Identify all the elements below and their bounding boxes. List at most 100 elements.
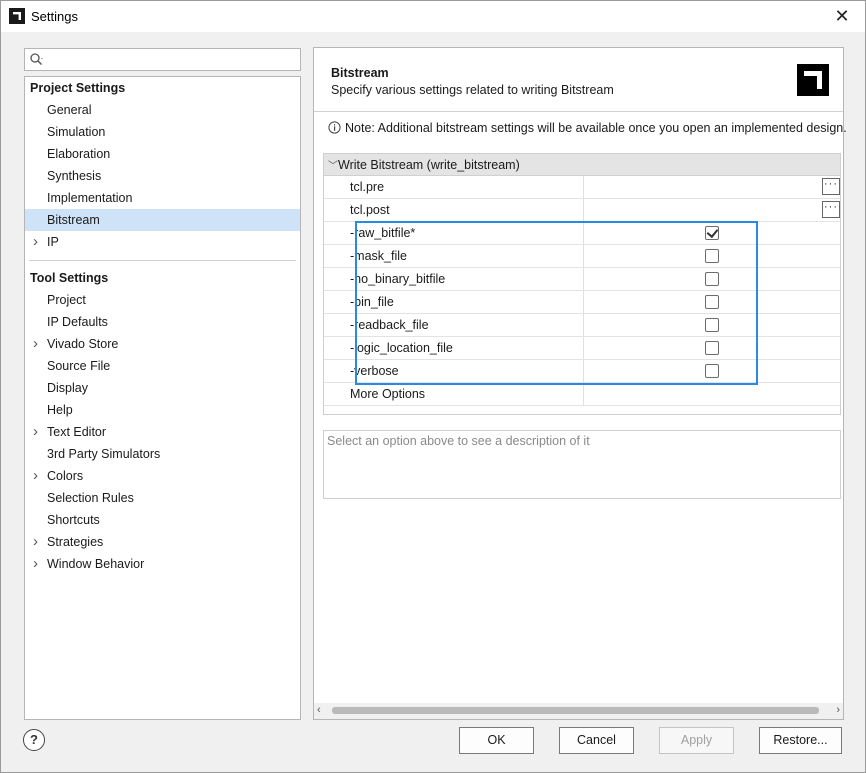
- window-title: Settings: [31, 9, 78, 24]
- chevron-right-icon[interactable]: ›: [33, 421, 43, 443]
- tree-item-display[interactable]: Display: [25, 377, 300, 399]
- tree-item-label: Elaboration: [47, 147, 111, 161]
- column-divider: [583, 176, 584, 198]
- option-checkbox[interactable]: [705, 295, 719, 309]
- chevron-right-icon[interactable]: ›: [33, 553, 43, 575]
- option-label: -readback_file: [350, 318, 429, 332]
- option-checkbox[interactable]: [705, 249, 719, 263]
- option-row-readback-file: -readback_file: [324, 314, 840, 337]
- help-button[interactable]: ?: [23, 729, 45, 751]
- chevron-right-icon[interactable]: ›: [33, 231, 43, 253]
- chevron-right-icon[interactable]: ›: [33, 465, 43, 487]
- option-checkbox[interactable]: [705, 318, 719, 332]
- column-divider: [583, 245, 584, 267]
- tree-item-elaboration[interactable]: Elaboration: [25, 143, 300, 165]
- tree-item-label: Selection Rules: [47, 491, 134, 505]
- tree-item-shortcuts[interactable]: Shortcuts: [25, 509, 300, 531]
- tree-item-synthesis[interactable]: Synthesis: [25, 165, 300, 187]
- scrollbar-thumb[interactable]: [332, 707, 819, 714]
- tree-divider: [29, 260, 296, 261]
- option-label: -bin_file: [350, 295, 394, 309]
- option-checkbox[interactable]: [705, 364, 719, 378]
- write-bitstream-group: ﹀Write Bitstream (write_bitstream) tcl.p…: [323, 153, 841, 415]
- option-row-mask-file: -mask_file: [324, 245, 840, 268]
- tree-item-label: Strategies: [47, 535, 104, 549]
- ok-button[interactable]: OK: [459, 727, 534, 754]
- column-divider: [583, 360, 584, 382]
- tree-item-ip[interactable]: › IP: [25, 231, 300, 253]
- tree-item-general[interactable]: General: [25, 99, 300, 121]
- tree-item-window-behavior[interactable]: › Window Behavior: [25, 553, 300, 575]
- tree-item-label: IP: [47, 235, 59, 249]
- column-divider: [583, 199, 584, 221]
- tree-item-label: General: [47, 103, 92, 117]
- option-description-box: Select an option above to see a descript…: [323, 430, 841, 499]
- option-row-no-binary-bitfile: -no_binary_bitfile: [324, 268, 840, 291]
- chevron-right-icon[interactable]: ›: [33, 333, 43, 355]
- page-header: Bitstream Specify various settings relat…: [314, 48, 843, 112]
- option-row-bin-file: -bin_file: [324, 291, 840, 314]
- write-bitstream-group-header[interactable]: ﹀Write Bitstream (write_bitstream): [324, 154, 840, 176]
- tcl-row-tcl-pre: tcl.pre ···: [324, 176, 840, 199]
- horizontal-scrollbar[interactable]: ‹ ›: [314, 703, 843, 719]
- tree-item-bitstream[interactable]: Bitstream: [25, 209, 300, 231]
- browse-ellipsis-button[interactable]: ···: [822, 178, 840, 195]
- option-label: -verbose: [350, 364, 399, 378]
- info-note: Note: Additional bitstream settings will…: [328, 121, 847, 135]
- apply-button[interactable]: Apply: [659, 727, 734, 754]
- tree-item-label: Shortcuts: [47, 513, 100, 527]
- tree-item-label: Window Behavior: [47, 557, 145, 571]
- tree-item-label: Help: [47, 403, 73, 417]
- scroll-right-icon[interactable]: ›: [836, 704, 840, 716]
- tcl-option-label: tcl.pre: [350, 180, 385, 194]
- tree-item-simulation[interactable]: Simulation: [25, 121, 300, 143]
- tree-item-label: Colors: [47, 469, 84, 483]
- info-note-text: Note: Additional bitstream settings will…: [345, 121, 847, 135]
- option-label: -logic_location_file: [350, 341, 453, 355]
- tree-item-source-file[interactable]: Source File: [25, 355, 300, 377]
- column-divider: [583, 337, 584, 359]
- option-checkbox[interactable]: [705, 341, 719, 355]
- tree-item-project[interactable]: Project: [25, 289, 300, 311]
- tree-item-label: Bitstream: [47, 213, 100, 227]
- tree-item-3rd-party-simulators[interactable]: 3rd Party Simulators: [25, 443, 300, 465]
- tree-section-project-settings: Project Settings: [30, 81, 126, 95]
- tree-item-implementation[interactable]: Implementation: [25, 187, 300, 209]
- page-subtitle: Specify various settings related to writ…: [331, 83, 614, 97]
- more-options-row[interactable]: More Options: [324, 383, 840, 406]
- page-title: Bitstream: [331, 66, 389, 80]
- tree-section-tool-settings: Tool Settings: [30, 271, 109, 285]
- more-options-label: More Options: [350, 387, 426, 401]
- cancel-button[interactable]: Cancel: [559, 727, 634, 754]
- tree-item-label: Display: [47, 381, 88, 395]
- column-divider: [583, 383, 584, 405]
- tree-item-help[interactable]: Help: [25, 399, 300, 421]
- settings-content-pane: Bitstream Specify various settings relat…: [313, 47, 847, 720]
- option-row-raw-bitfile: -raw_bitfile*: [324, 222, 840, 245]
- tree-item-label: Synthesis: [47, 169, 102, 183]
- amd-logo: [797, 64, 829, 96]
- group-title: Write Bitstream (write_bitstream): [338, 158, 520, 172]
- tree-item-ip-defaults[interactable]: IP Defaults: [25, 311, 300, 333]
- column-divider: [583, 268, 584, 290]
- tree-item-vivado-store[interactable]: › Vivado Store: [25, 333, 300, 355]
- restore-button[interactable]: Restore...: [759, 727, 842, 754]
- option-checkbox[interactable]: [705, 272, 719, 286]
- settings-dialog: Settings ✕ Project Settings General Simul…: [0, 0, 866, 773]
- settings-search-input[interactable]: [24, 48, 301, 71]
- option-row-verbose: -verbose: [324, 360, 840, 383]
- chevron-right-icon[interactable]: ›: [33, 531, 43, 553]
- browse-ellipsis-button[interactable]: ···: [822, 201, 840, 218]
- option-checkbox[interactable]: [705, 226, 719, 240]
- tcl-row-tcl-post: tcl.post ···: [324, 199, 840, 222]
- scroll-left-icon[interactable]: ‹: [317, 704, 321, 716]
- tree-item-label: Simulation: [47, 125, 106, 139]
- close-button[interactable]: ✕: [819, 1, 865, 32]
- tree-item-selection-rules[interactable]: Selection Rules: [25, 487, 300, 509]
- tree-item-text-editor[interactable]: › Text Editor: [25, 421, 300, 443]
- tree-item-strategies[interactable]: › Strategies: [25, 531, 300, 553]
- settings-tree: Project Settings General Simulation Elabor…: [24, 76, 301, 720]
- info-icon: [328, 121, 341, 134]
- tree-item-label: Vivado Store: [47, 337, 119, 351]
- tree-item-colors[interactable]: › Colors: [25, 465, 300, 487]
